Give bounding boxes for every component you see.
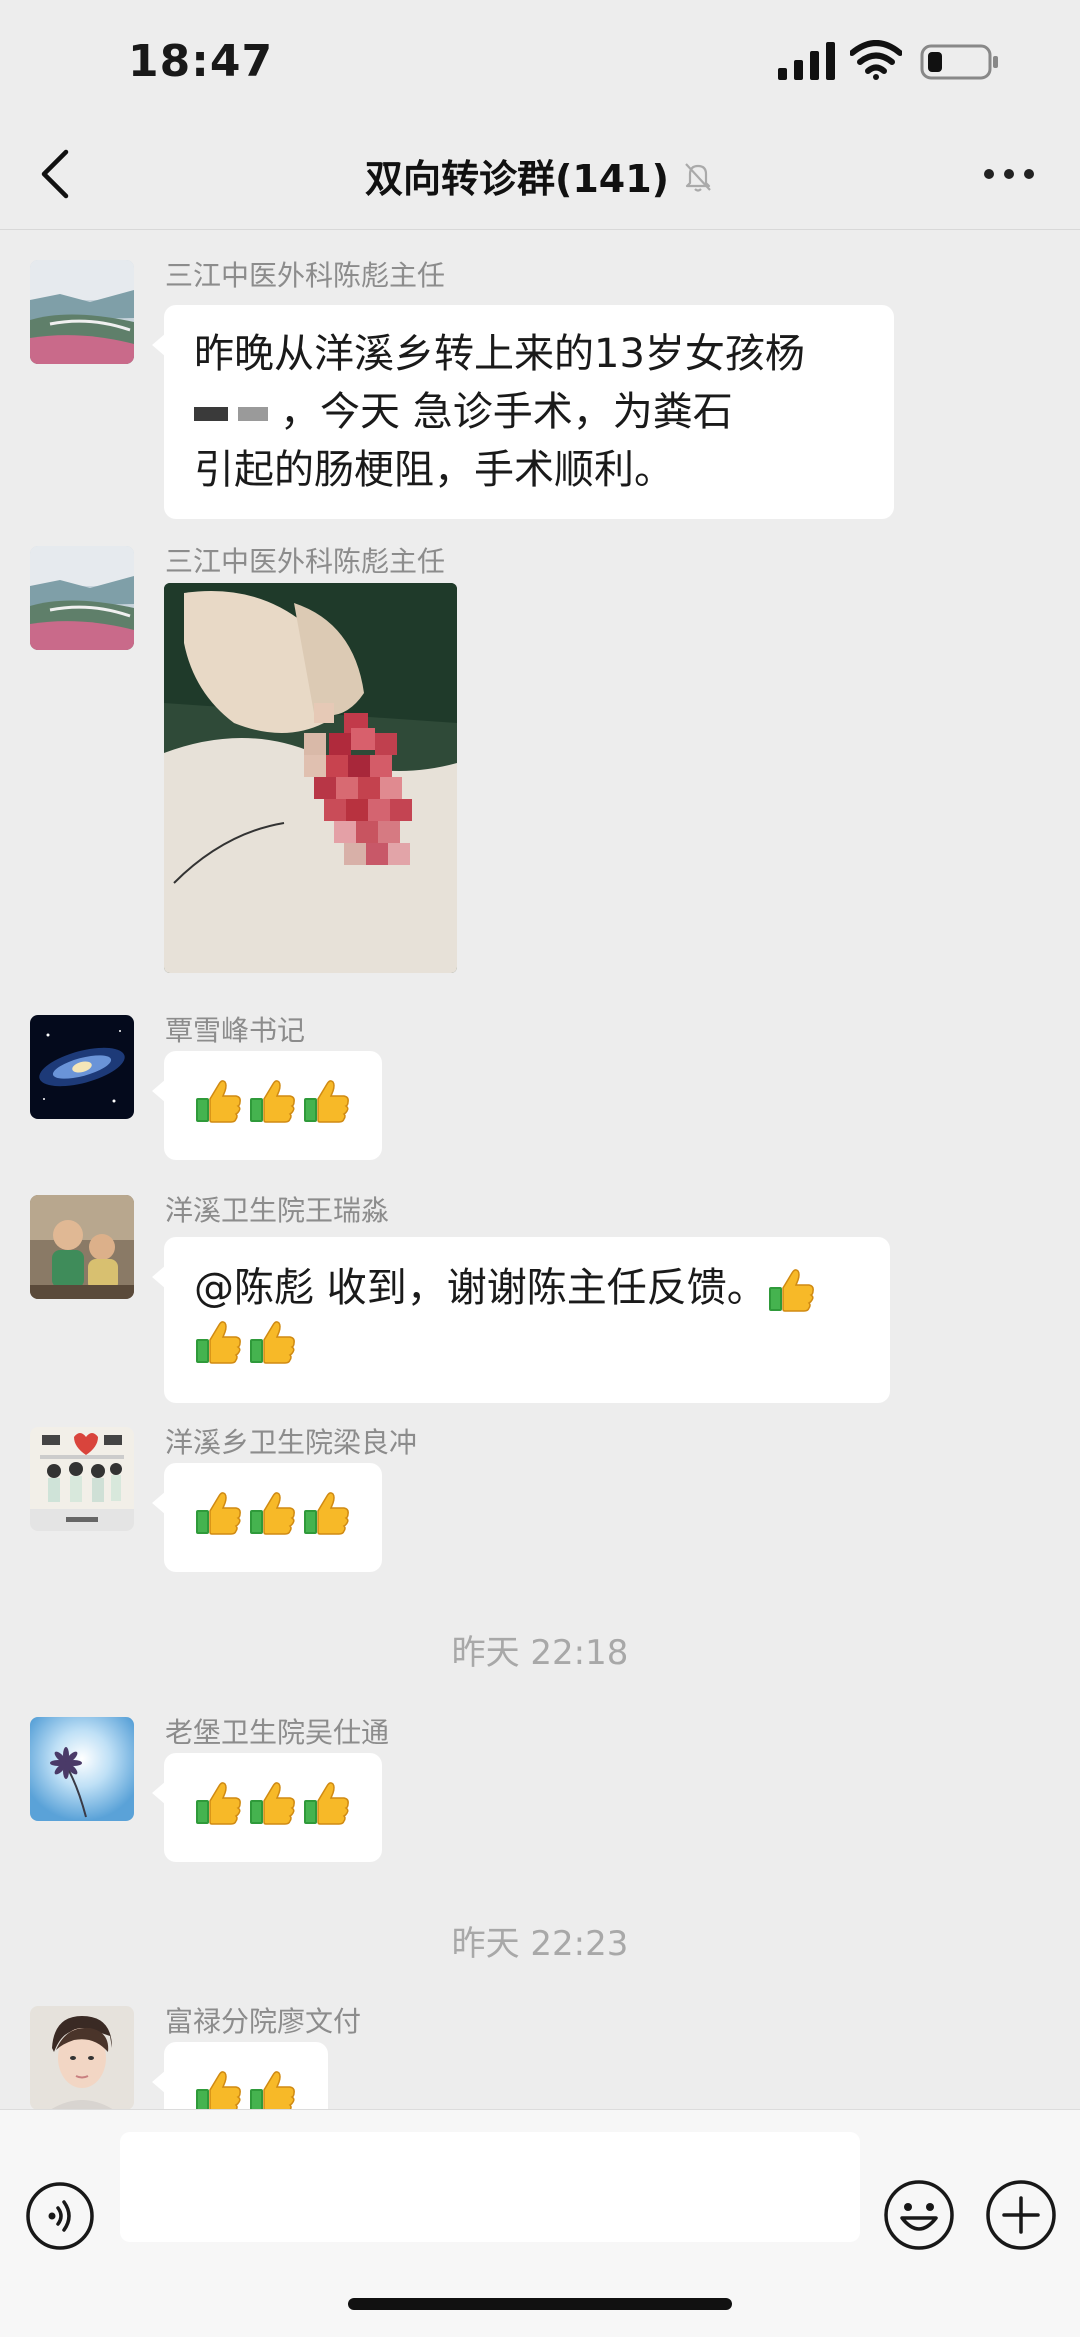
- thumbs-up-icon: [302, 1488, 352, 1538]
- thumbs-up-icon: [248, 1488, 298, 1538]
- sender-name: 覃雪峰书记: [165, 1014, 306, 1047]
- message-bubble[interactable]: [152, 2042, 328, 2109]
- message-bubble[interactable]: [152, 1463, 382, 1572]
- message-timestamp: 昨天 22:18: [451, 1633, 629, 1673]
- message-list[interactable]: 三江中医外科陈彪主任 昨晚从洋溪乡转上来的13岁女孩杨 ，今天 急诊手术，为粪石…: [0, 231, 1080, 2109]
- thumbs-row: [194, 1076, 352, 1126]
- avatar[interactable]: [30, 2006, 134, 2109]
- thumbs-up-icon: [194, 1488, 244, 1538]
- avatar[interactable]: [30, 546, 134, 650]
- status-time: 18:47: [128, 36, 274, 87]
- redaction: [194, 407, 228, 421]
- chat-screen: 18:47 双向转诊群(141) 三江中医外科陈彪主任 昨晚从洋溪乡转上来的13…: [0, 0, 1080, 2337]
- battery-icon: [920, 44, 998, 80]
- chat-title: 双向转诊群(141): [364, 157, 670, 201]
- bell-muted-icon: [685, 162, 711, 192]
- message-text-line: @陈彪 收到，谢谢陈主任反馈。: [194, 1259, 860, 1317]
- thumbs-up-icon: [194, 1076, 244, 1126]
- thumbs-up-icon: [248, 1076, 298, 1126]
- message-timestamp: 昨天 22:23: [451, 1924, 629, 1964]
- message-bubble[interactable]: @陈彪 收到，谢谢陈主任反馈。: [152, 1237, 890, 1403]
- voice-icon[interactable]: [24, 2180, 96, 2252]
- thumbs-up-icon: [767, 1265, 817, 1315]
- avatar[interactable]: [30, 1015, 134, 1119]
- avatar[interactable]: [30, 1717, 134, 1821]
- plus-icon[interactable]: [984, 2178, 1058, 2252]
- thumbs-up-icon: [248, 1317, 298, 1367]
- avatar[interactable]: [30, 1427, 134, 1531]
- thumbs-row: [194, 2067, 298, 2109]
- home-indicator[interactable]: [348, 2298, 732, 2310]
- message-text-line: 引起的肠梗阻，手术顺利。: [194, 447, 674, 493]
- message-text-line: [194, 1317, 860, 1383]
- message-bubble[interactable]: [152, 1051, 382, 1160]
- message-bubble[interactable]: 昨晚从洋溪乡转上来的13岁女孩杨 ，今天 急诊手术，为粪石 引起的肠梗阻，手术顺…: [152, 305, 894, 519]
- sender-name: 老堡卫生院吴仕通: [165, 1716, 390, 1749]
- signal-icon: [778, 42, 835, 80]
- thumbs-up-icon: [194, 1778, 244, 1828]
- thumbs-up-icon: [194, 2067, 244, 2109]
- message-text-line: 昨晚从洋溪乡转上来的13岁女孩杨: [194, 331, 805, 377]
- thumbs-up-icon: [248, 1778, 298, 1828]
- status-bar: 18:47: [0, 0, 1080, 118]
- message-input[interactable]: [120, 2132, 860, 2242]
- thumbs-row: [194, 1488, 352, 1538]
- more-dots-icon[interactable]: [984, 164, 1034, 184]
- surgery-photo[interactable]: [164, 583, 457, 973]
- redaction: [238, 407, 268, 421]
- thumbs-up-icon: [302, 1076, 352, 1126]
- nav-bar: 双向转诊群(141): [0, 118, 1080, 230]
- thumbs-row: [194, 1778, 352, 1828]
- avatar[interactable]: [30, 1195, 134, 1299]
- sender-name: 洋溪卫生院王瑞淼: [165, 1194, 390, 1227]
- chat-title-row: 双向转诊群(141): [0, 148, 1080, 203]
- sender-name: 三江中医外科陈彪主任: [165, 545, 446, 578]
- thumbs-up-icon: [302, 1778, 352, 1828]
- thumbs-up-icon: [194, 1317, 244, 1367]
- avatar[interactable]: [30, 260, 134, 364]
- thumbs-up-icon: [248, 2067, 298, 2109]
- sender-name: 洋溪乡卫生院梁良冲: [165, 1426, 418, 1459]
- sender-name: 富禄分院廖文付: [165, 2005, 362, 2038]
- emoji-icon[interactable]: [882, 2178, 956, 2252]
- sender-name: 三江中医外科陈彪主任: [165, 259, 446, 292]
- message-bubble[interactable]: [152, 1753, 382, 1862]
- message-text-line: ，今天 急诊手术，为粪石: [194, 383, 864, 441]
- wifi-icon: [850, 40, 902, 80]
